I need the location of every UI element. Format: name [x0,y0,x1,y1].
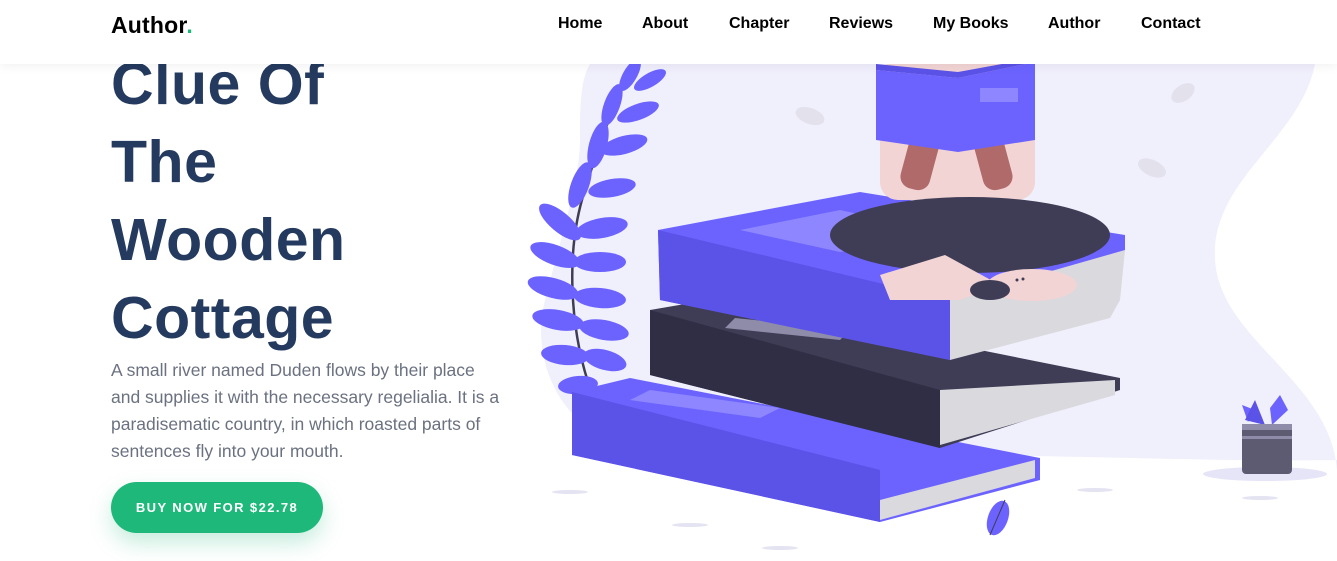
brand-dot: . [186,12,193,38]
navbar: Author. Home About Chapter Reviews My Bo… [0,0,1337,64]
brand-name: Author [111,12,187,38]
brand-logo[interactable]: Author. [111,12,193,39]
leaf-icon [986,499,1010,536]
nav-about[interactable]: About [642,15,688,33]
hero-description: A small river named Duden flows by their… [111,360,500,461]
nav-home[interactable]: Home [558,15,602,33]
nav-my-books[interactable]: My Books [933,15,1009,33]
nav-reviews[interactable]: Reviews [829,15,893,33]
buy-now-button[interactable]: BUY NOW FOR $22.78 [111,482,323,533]
person-reading-on-books-illustration [527,58,1337,550]
hero-title-line: The [111,129,218,195]
hero-title-line: Cottage [111,285,335,351]
nav-chapter[interactable]: Chapter [729,15,789,33]
open-book-icon [876,58,1035,152]
hero-title: Clue Of The Wooden Cottage [111,45,346,357]
nav-contact[interactable]: Contact [1141,15,1201,33]
hero-title-line: Wooden [111,207,346,273]
nav-author[interactable]: Author [1048,15,1100,33]
